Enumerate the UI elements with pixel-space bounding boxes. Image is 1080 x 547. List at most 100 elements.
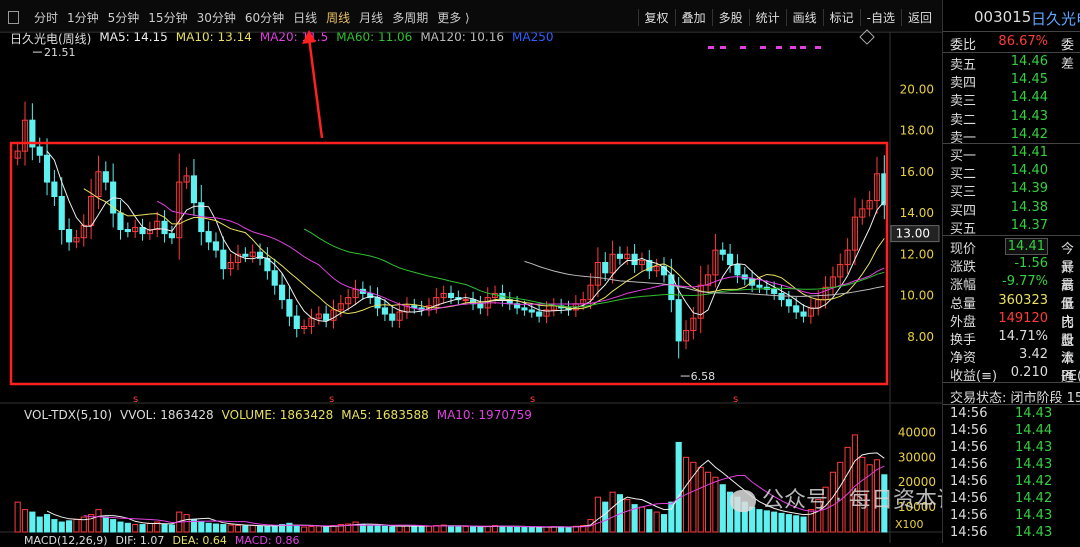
volume-bar — [264, 525, 271, 533]
volume-bar — [308, 526, 315, 533]
volume-bar — [227, 524, 234, 533]
candle-body — [389, 313, 396, 321]
volume-bar — [447, 525, 455, 533]
stock-code: 003015 — [974, 8, 1032, 26]
trade-price: 14.43 — [1015, 440, 1053, 455]
indicator-dot — [708, 46, 714, 49]
volume-bar — [293, 525, 300, 533]
stat-row-label: 外盘 — [950, 314, 977, 330]
stat-row-value: 3.42 — [1019, 347, 1048, 363]
volume-bar — [124, 522, 131, 533]
volume-bar — [660, 514, 668, 533]
trade-price: 14.43 — [1015, 406, 1053, 421]
volume-bar — [528, 526, 535, 533]
volume-bar — [653, 511, 660, 533]
stat-row: 总量 360323 量比 — [943, 292, 1080, 331]
trade-time: 14:56 — [950, 474, 988, 489]
volume-bar — [161, 524, 168, 533]
trade-price: 14.44 — [1015, 423, 1053, 438]
volume-bar — [58, 521, 65, 533]
macd-name: MACD(12,26,9) — [24, 534, 108, 547]
volume-bar — [638, 506, 646, 533]
volume-bar — [712, 476, 719, 533]
stat-row-value: 360323 — [998, 292, 1048, 308]
watermark-text: 公众号 · 每日资本论 — [762, 488, 959, 513]
volume-bar — [389, 526, 396, 533]
volume-bar — [220, 524, 227, 533]
stat-row: 换手 14.71% 股本 — [943, 329, 1080, 367]
volume-legend: VOL-TDX(5,10) VVOL: 1863428 VOLUME: 1863… — [24, 408, 532, 422]
trade-status-row: 交易状态: 闭市阶段 15 — [943, 387, 1080, 406]
volume-bar — [719, 484, 726, 533]
volume-bar — [95, 509, 102, 533]
price-tick-label: 18.00 — [900, 124, 934, 138]
trade-price: 14.43 — [1015, 457, 1053, 472]
stat-row: 外盘 149120 内盘 — [943, 310, 1080, 349]
event-marker: s — [530, 394, 535, 405]
stat-row-value: 14.71% — [998, 329, 1048, 344]
volume-unit-label: X100 — [895, 518, 924, 531]
bid-row-value: 14.39 — [1010, 181, 1048, 197]
indicator-dot — [760, 46, 766, 49]
volume-bar — [198, 521, 205, 533]
trade-time: 14:56 — [950, 491, 988, 506]
trade-time: 14:56 — [950, 423, 988, 438]
volume-tick-label: 40000 — [898, 425, 936, 439]
ask-row-value: 14.44 — [1010, 90, 1048, 106]
ask-row: 卖一 14.42 — [943, 127, 1080, 146]
candle-body — [447, 292, 455, 299]
bid-row-label: 买二 — [950, 167, 977, 183]
dea-label: DEA: 0.64 — [172, 534, 227, 547]
vol-ma5-label: MA5: 1683588 — [341, 408, 429, 422]
volume-bar — [242, 525, 249, 533]
bid-row-label: 买一 — [950, 149, 977, 164]
candle-body — [323, 313, 330, 321]
indicator-dot — [815, 46, 821, 49]
indicator-dot — [776, 46, 782, 49]
stat-row: 收益(≡)0.210PE(动 — [943, 365, 1080, 384]
candle-body — [161, 220, 168, 235]
candle-body — [58, 196, 65, 230]
volume-bar — [256, 525, 264, 533]
ask-row-value: 14.45 — [1010, 72, 1048, 88]
event-marker: s — [329, 394, 334, 405]
volume-bar — [565, 526, 572, 533]
stock-name[interactable]: 日久光电 — [1031, 8, 1080, 29]
trade-price: 14.43 — [1015, 508, 1053, 523]
volume-bar — [506, 526, 513, 533]
trade-row: 14:56 14.43 — [943, 440, 1080, 457]
trade-price: 14.42 — [1015, 474, 1053, 489]
stat-row-value: 149120 — [998, 310, 1048, 326]
volume-bar — [66, 520, 73, 533]
bid-row-value: 14.37 — [1010, 217, 1048, 233]
annotation-arrow — [307, 37, 324, 139]
volume-bar — [425, 525, 433, 533]
stat-row-value: 14.41 — [1004, 238, 1048, 255]
trade-row: 14:56 14.43 — [943, 525, 1080, 542]
candle-body — [528, 309, 535, 313]
candle-body — [462, 299, 469, 302]
kline-chart[interactable]: 20.00 18.00 16.00 14.00 12.00 10.00 8.00 13.00 2… — [0, 0, 942, 543]
candle-body — [602, 262, 609, 274]
volume-bar — [14, 501, 21, 533]
ask-row-label: 卖三 — [950, 94, 977, 110]
volume-bar — [43, 514, 51, 533]
candle-body — [43, 154, 51, 183]
dif-label: DIF: 1.07 — [115, 534, 165, 547]
ask-row: 卖四 14.45 — [943, 72, 1080, 91]
candle-body — [778, 292, 785, 301]
volume-bar — [543, 526, 550, 533]
volume-bar — [785, 514, 792, 533]
volume-bar — [704, 471, 712, 533]
candle-body — [36, 146, 43, 156]
volume-bar — [374, 525, 381, 533]
volume-bar — [477, 526, 484, 533]
volume-bar — [675, 441, 682, 533]
volume-bar — [249, 525, 256, 533]
volume-label: VOLUME: 1863428 — [221, 408, 334, 422]
volume-bar — [367, 525, 374, 533]
volume-bar — [29, 511, 36, 533]
volume-bar — [763, 510, 770, 533]
ask-row: 卖三 14.44 — [943, 90, 1080, 110]
volume-bar — [469, 526, 477, 533]
